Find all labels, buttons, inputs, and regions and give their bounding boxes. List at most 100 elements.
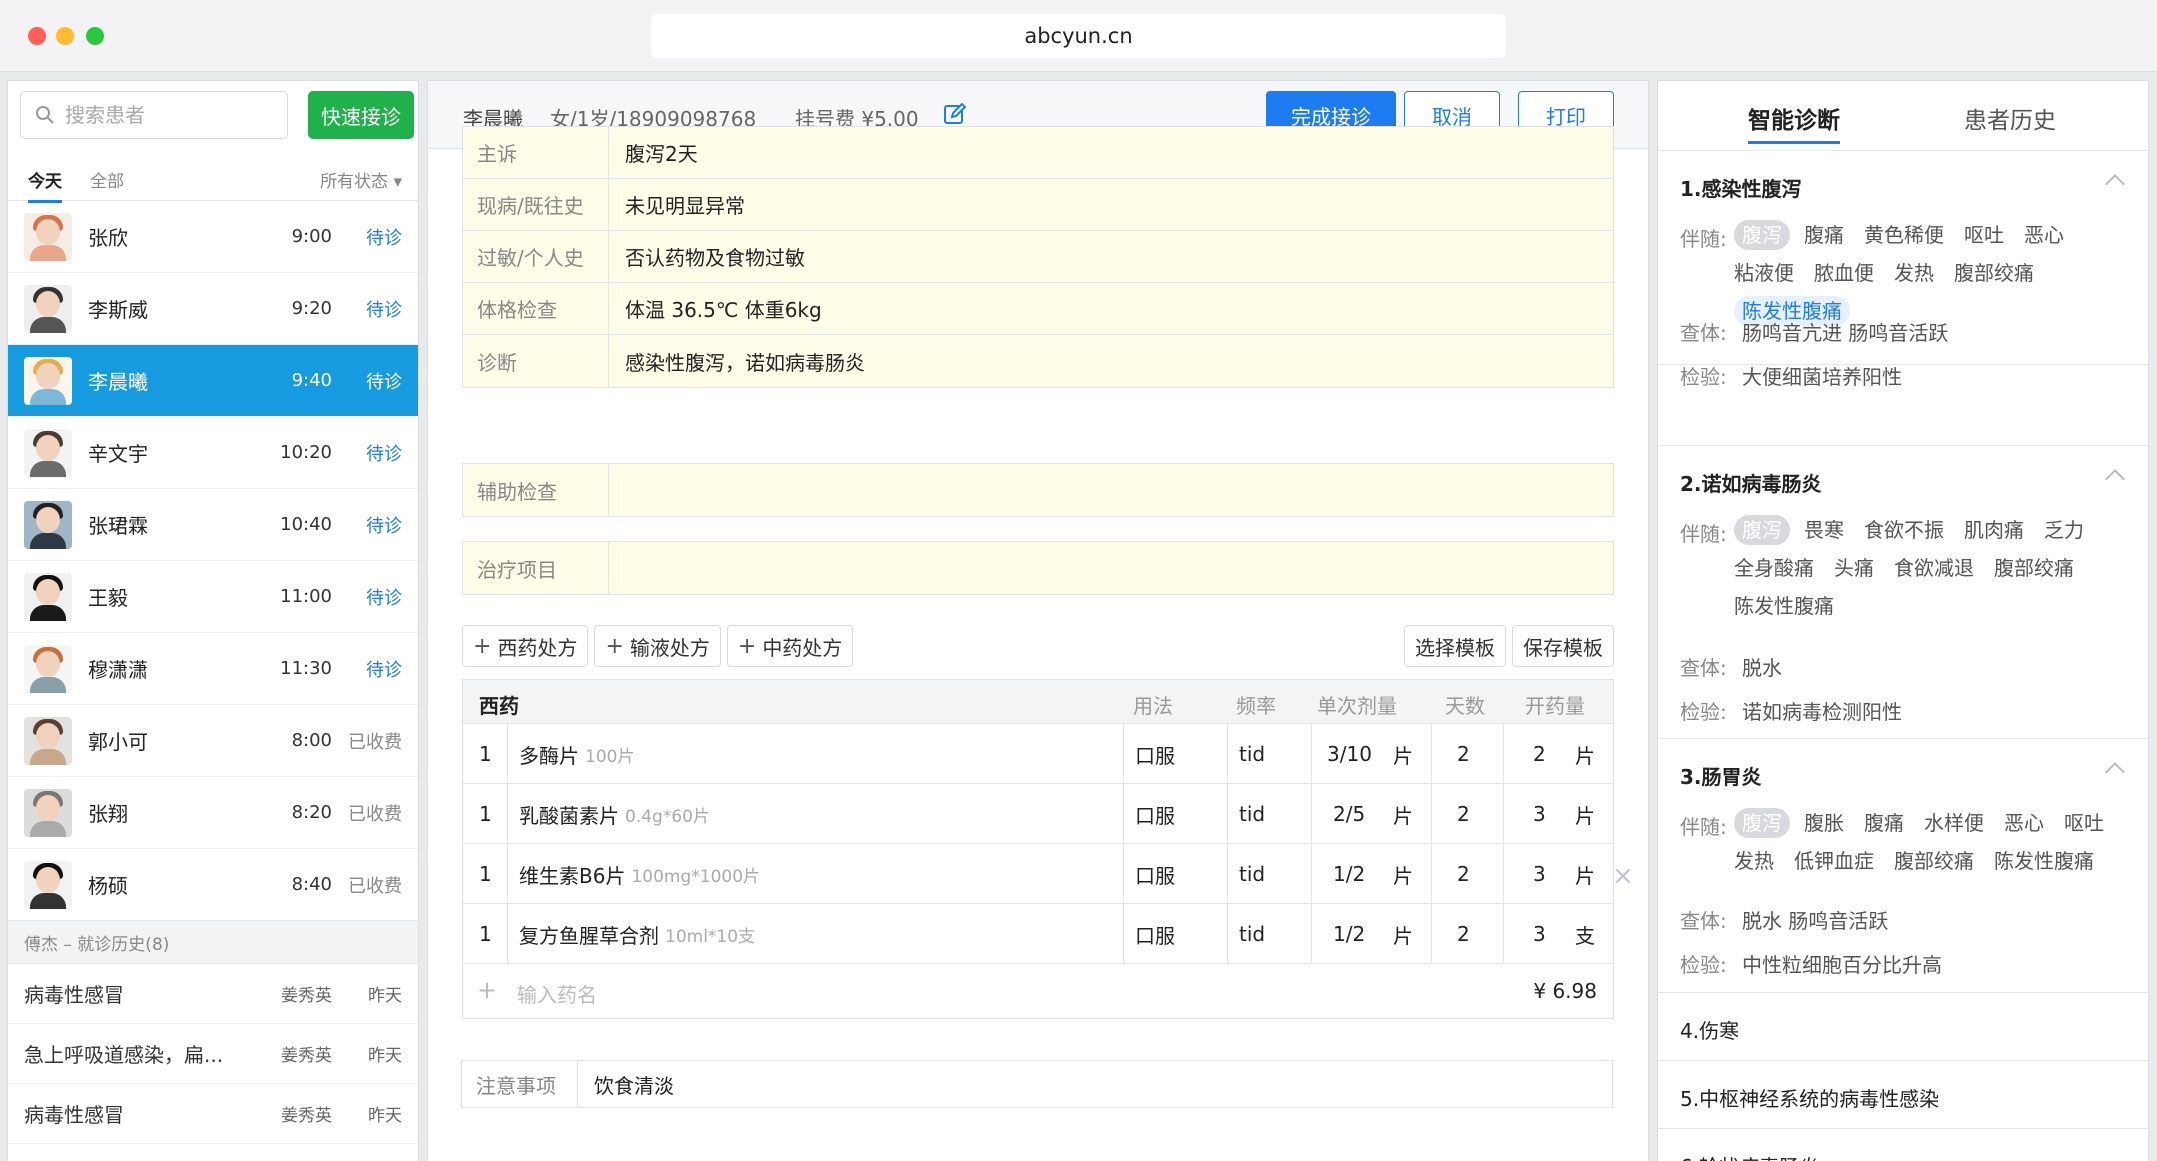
rx-drug-cell[interactable]: 维生素B6片 100mg*1000片 [519, 844, 760, 904]
symptom-tag[interactable]: 腹部绞痛 [1954, 258, 2034, 288]
rx-quantity[interactable]: 2 [1533, 724, 1546, 784]
symptom-tag[interactable]: 腹泻 [1734, 808, 1790, 838]
rx-frequency[interactable]: tid [1239, 844, 1265, 904]
tab-all[interactable]: 全部 [90, 167, 124, 192]
symptom-tag[interactable]: 全身酸痛 [1734, 553, 1814, 583]
patient-search-input[interactable] [65, 103, 265, 127]
rx-days[interactable]: 2 [1457, 784, 1470, 844]
rx-days[interactable]: 2 [1457, 724, 1470, 784]
symptom-tag[interactable]: 食欲减退 [1894, 553, 1974, 583]
treat-input[interactable] [609, 542, 1613, 594]
record-value[interactable]: 体温 36.5℃ 体重6kg [609, 283, 1613, 334]
rx-frequency[interactable]: tid [1239, 904, 1265, 964]
symptom-tag[interactable]: 呕吐 [1964, 220, 2004, 250]
rx-frequency[interactable]: tid [1239, 784, 1265, 844]
select-template-button[interactable]: 选择模板 [1404, 625, 1506, 667]
symptom-tag[interactable]: 水样便 [1924, 808, 1984, 838]
symptom-tag[interactable]: 恶心 [2004, 808, 2044, 838]
symptom-tag[interactable]: 腹泻 [1734, 515, 1790, 545]
rx-usage[interactable]: 口服 [1135, 784, 1175, 844]
symptom-tag[interactable]: 腹部绞痛 [1994, 553, 2074, 583]
patient-row[interactable]: 张翔 8:20 已收费 [8, 777, 418, 849]
rx-dose[interactable]: 1/2 [1333, 844, 1365, 904]
symptom-tag[interactable]: 低钾血症 [1794, 846, 1874, 876]
symptom-tag[interactable]: 发热 [1734, 846, 1774, 876]
symptom-tag[interactable]: 陈发性腹痛 [1994, 846, 2094, 876]
maximize-window-icon[interactable] [86, 27, 104, 45]
tab-smart-diagnosis[interactable]: 智能诊断 [1748, 101, 1840, 144]
symptom-tag[interactable]: 发热 [1894, 258, 1934, 288]
history-row[interactable]: 病毒性感冒 姜秀英 昨天 [8, 1084, 418, 1144]
diagnosis-item[interactable]: 5.中枢神经系统的病毒性感染 [1658, 1061, 2148, 1129]
chevron-up-icon[interactable] [2105, 762, 2125, 782]
status-filter-dropdown[interactable]: 所有状态 ▾ [320, 167, 402, 192]
add-western-rx-button[interactable]: + 西药处方 [462, 625, 589, 667]
history-row[interactable]: 病毒性感冒 姜秀英 昨天 [8, 964, 418, 1024]
tab-patient-history[interactable]: 患者历史 [1964, 101, 2056, 135]
edit-icon[interactable] [943, 102, 967, 126]
diagnosis-title[interactable]: 2.诺如病毒肠炎 [1680, 468, 1822, 497]
chevron-up-icon[interactable] [2105, 174, 2125, 194]
symptom-tag[interactable]: 陈发性腹痛 [1734, 591, 1834, 621]
symptom-tag[interactable]: 粘液便 [1734, 258, 1794, 288]
chevron-up-icon[interactable] [2105, 469, 2125, 489]
patient-search-box[interactable] [20, 91, 288, 139]
symptom-tag[interactable]: 乏力 [2044, 515, 2084, 545]
patient-row[interactable]: 辛文宇 10:20 待诊 [8, 417, 418, 489]
record-value[interactable]: 否认药物及食物过敏 [609, 231, 1613, 282]
diagnosis-item[interactable]: 6.轮状病毒肠炎 [1658, 1129, 2148, 1161]
drug-name-input[interactable]: 输入药名 [517, 979, 597, 1008]
record-value[interactable]: 感染性腹泻，诺如病毒肠炎 [609, 335, 1613, 387]
symptom-tag[interactable]: 黄色稀便 [1864, 220, 1944, 250]
rx-days[interactable]: 2 [1457, 844, 1470, 904]
table-row[interactable]: 1 复方鱼腥草合剂 10ml*10支 口服 tid 1/2 片 2 3 支 [463, 904, 1613, 964]
rx-drug-cell[interactable]: 多酶片 100片 [519, 724, 634, 784]
rx-dose[interactable]: 3/10 [1327, 724, 1372, 784]
patient-row[interactable]: 郭小可 8:00 已收费 [8, 705, 418, 777]
rx-quantity[interactable]: 3 [1533, 904, 1546, 964]
table-row[interactable]: 1 维生素B6片 100mg*1000片 口服 tid 1/2 片 2 3 片 [463, 844, 1613, 904]
rx-usage[interactable]: 口服 [1135, 904, 1175, 964]
tab-today[interactable]: 今天 [28, 167, 62, 203]
save-template-button[interactable]: 保存模板 [1512, 625, 1614, 667]
add-drug-row[interactable]: + 输入药名 ¥ 6.98 [463, 964, 1613, 1018]
symptom-tag[interactable]: 呕吐 [2064, 808, 2104, 838]
notes-input[interactable]: 饮食清淡 [578, 1070, 674, 1099]
symptom-tag[interactable]: 腹痛 [1804, 220, 1844, 250]
address-bar[interactable]: abcyun.cn [651, 14, 1506, 58]
symptom-tag[interactable]: 脓血便 [1814, 258, 1874, 288]
patient-row[interactable]: 穆潇潇 11:30 待诊 [8, 633, 418, 705]
symptom-tag[interactable]: 腹部绞痛 [1894, 846, 1974, 876]
record-value[interactable]: 未见明显异常 [609, 179, 1613, 230]
record-value[interactable]: 腹泻2天 [609, 127, 1613, 178]
table-row[interactable]: 1 乳酸菌素片 0.4g*60片 口服 tid 2/5 片 2 3 片 [463, 784, 1613, 844]
diagnosis-item[interactable]: 4.伤寒 [1658, 993, 2148, 1061]
rx-drug-cell[interactable]: 复方鱼腥草合剂 10ml*10支 [519, 904, 755, 964]
minimize-window-icon[interactable] [56, 27, 74, 45]
diagnosis-title[interactable]: 1.感染性腹泻 [1680, 173, 1802, 202]
symptom-tag[interactable]: 肌肉痛 [1964, 515, 2024, 545]
patient-row[interactable]: 王毅 11:00 待诊 [8, 561, 418, 633]
symptom-tag[interactable]: 食欲不振 [1864, 515, 1944, 545]
rx-quantity[interactable]: 3 [1533, 844, 1546, 904]
rx-days[interactable]: 2 [1457, 904, 1470, 964]
symptom-tag[interactable]: 畏寒 [1804, 515, 1844, 545]
diagnosis-title[interactable]: 3.肠胃炎 [1680, 761, 1762, 790]
symptom-tag[interactable]: 腹痛 [1864, 808, 1904, 838]
add-infusion-rx-button[interactable]: + 输液处方 [594, 625, 721, 667]
rx-usage[interactable]: 口服 [1135, 844, 1175, 904]
rx-dose[interactable]: 2/5 [1333, 784, 1365, 844]
patient-row[interactable]: 李斯威 9:20 待诊 [8, 273, 418, 345]
symptom-tag[interactable]: 腹泻 [1734, 220, 1790, 250]
patient-row[interactable]: 杨硕 8:40 已收费 [8, 849, 418, 921]
history-row[interactable]: 急上呼吸道感染，扁... 姜秀英 昨天 [8, 1024, 418, 1084]
patient-row[interactable]: 张欣 9:00 待诊 [8, 201, 418, 273]
close-icon[interactable]: × [1612, 861, 1634, 891]
rx-dose[interactable]: 1/2 [1333, 904, 1365, 964]
close-window-icon[interactable] [28, 27, 46, 45]
rx-usage[interactable]: 口服 [1135, 724, 1175, 784]
table-row[interactable]: 1 多酶片 100片 口服 tid 3/10 片 2 2 片 [463, 724, 1613, 784]
symptom-tag[interactable]: 腹胀 [1804, 808, 1844, 838]
rx-frequency[interactable]: tid [1239, 724, 1265, 784]
quick-consult-button[interactable]: 快速接诊 [308, 91, 414, 139]
